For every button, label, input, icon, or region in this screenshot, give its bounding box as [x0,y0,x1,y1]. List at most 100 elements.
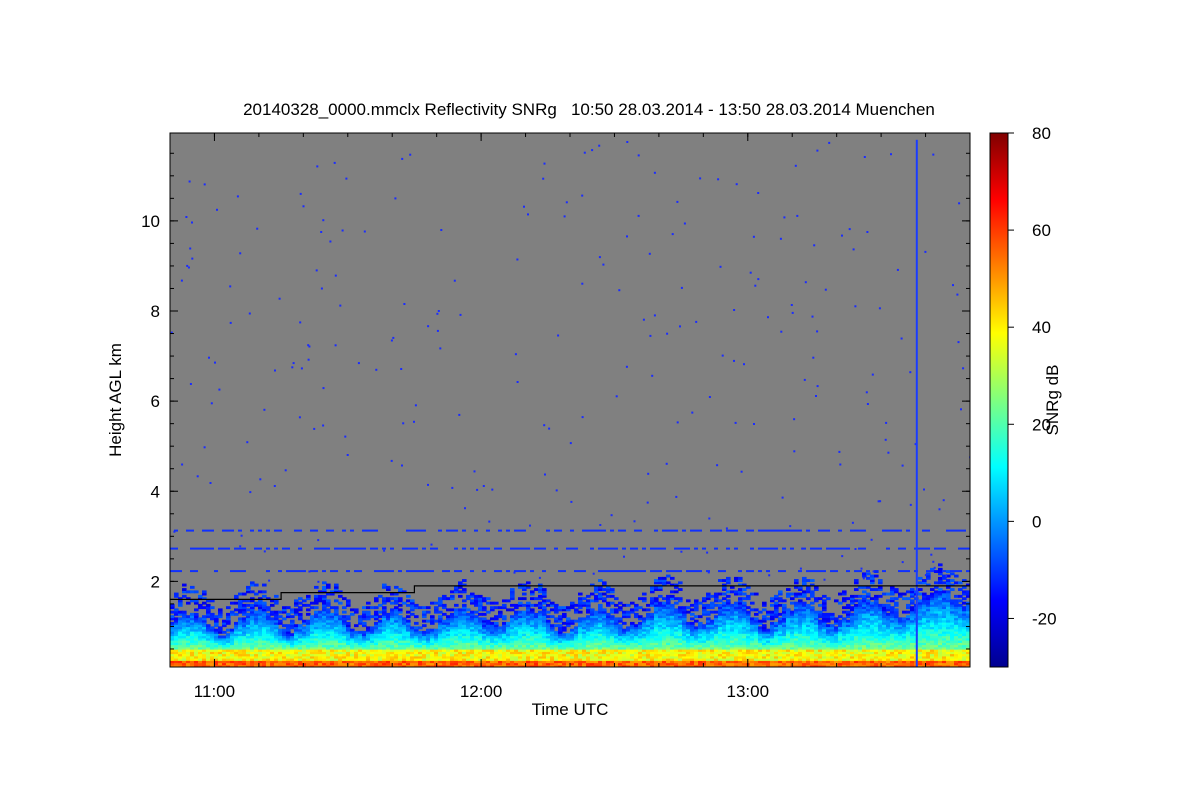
heatmap-cell [874,570,879,573]
heatmap-cell [310,601,315,605]
heatmap-cell [754,608,759,612]
heatmap-cell [490,601,495,605]
heatmap-cell [730,590,735,594]
heatmap-cell [690,617,695,621]
heatmap-cell [442,603,447,607]
heatmap-cell [750,601,755,605]
heatmap-cell [610,608,615,612]
heatmap-cell [502,615,507,619]
heatmap-cell [678,606,683,610]
heatmap-cell [710,619,715,623]
heatmap-cell [698,615,703,619]
heatmap-cell [278,610,283,614]
heatmap-cell [202,601,207,605]
heatmap-cell [670,594,675,598]
reflectivity-chart: 20140328_0000.mmclx Reflectivity SNRg 10… [106,100,1062,719]
heatmap-cell [394,606,399,610]
heatmap-cell [458,594,463,598]
heatmap-cell [718,592,723,596]
heatmap-cell [370,615,375,619]
heatmap-cell [210,612,215,616]
heatmap-cell [790,601,795,605]
heatmap-cell [638,597,643,601]
heatmap-cell [870,588,875,591]
heatmap-cell [402,617,407,621]
heatmap-cell [434,606,439,610]
heatmap-cell [182,610,187,614]
heatmap-cell [550,624,555,628]
heatmap-cell [826,597,831,601]
heatmap-cell [290,633,295,637]
heatmap-cell [598,603,603,607]
heatmap-cell [618,617,623,621]
heatmap-cell [558,615,563,619]
heatmap-cell [406,610,411,614]
heatmap-cell [202,615,207,619]
heatmap-cell [774,594,779,598]
heatmap-cell [554,630,559,634]
heatmap-cell [506,599,511,603]
heatmap-cell [346,615,351,619]
heatmap-cell [882,592,887,596]
heatmap-cell [410,612,415,616]
heatmap-cell [830,624,835,628]
heatmap-cell [866,576,871,580]
heatmap-cell [282,606,287,610]
heatmap-cell [282,617,287,621]
heatmap-cell [462,599,467,603]
heatmap-cell [426,606,431,610]
heatmap-cell [530,603,535,607]
heatmap-cell [574,608,579,612]
heatmap-cell [250,590,255,594]
heatmap-cell [606,612,611,616]
heatmap-cell [854,588,859,591]
heatmap-cell [878,603,883,607]
heatmap-cell [654,597,659,601]
heatmap-cell [554,603,559,607]
heatmap-cell [418,626,423,630]
heatmap-cell [398,597,403,601]
heatmap-cell [638,621,643,625]
heatmap-cell [198,603,203,607]
heatmap-cell [346,599,351,603]
heatmap-cell [462,579,467,582]
heatmap-cell [546,615,551,619]
heatmap-cell [278,615,283,619]
heatmap-cell [462,603,467,607]
heatmap-cell [302,599,307,603]
heatmap-cell [510,608,515,612]
heatmap-cell [886,612,891,616]
heatmap-cell [810,606,815,610]
heatmap-cell [758,626,763,630]
heatmap-cell [646,612,651,616]
heatmap-cell [286,606,291,610]
heatmap-cell [734,590,739,594]
heatmap-cell [818,603,823,607]
heatmap-cell [862,572,867,576]
heatmap-cell [870,574,875,578]
heatmap-cell [434,601,439,605]
heatmap-cell [858,599,863,603]
heatmap-cell [698,601,703,605]
heatmap-cell [466,612,471,616]
heatmap-cell [842,597,847,601]
heatmap-cell [194,590,199,594]
heatmap-cell [186,590,191,594]
heatmap-cell [562,612,567,616]
heatmap-cell [838,619,843,623]
heatmap-cell [802,576,807,580]
heatmap-cell [298,624,303,628]
heatmap-cell [742,597,747,601]
heatmap-cell [426,610,431,614]
heatmap-cell [550,608,555,612]
heatmap-cell [230,628,235,632]
heatmap-cell [390,597,395,601]
heatmap-cell [354,608,359,612]
heatmap-cell [814,610,819,614]
heatmap-cell [430,628,435,632]
heatmap-cell [234,621,239,625]
heatmap-cell [374,610,379,614]
heatmap-cell [190,590,195,594]
heatmap-cell [234,608,239,612]
heatmap-cell [210,606,215,610]
